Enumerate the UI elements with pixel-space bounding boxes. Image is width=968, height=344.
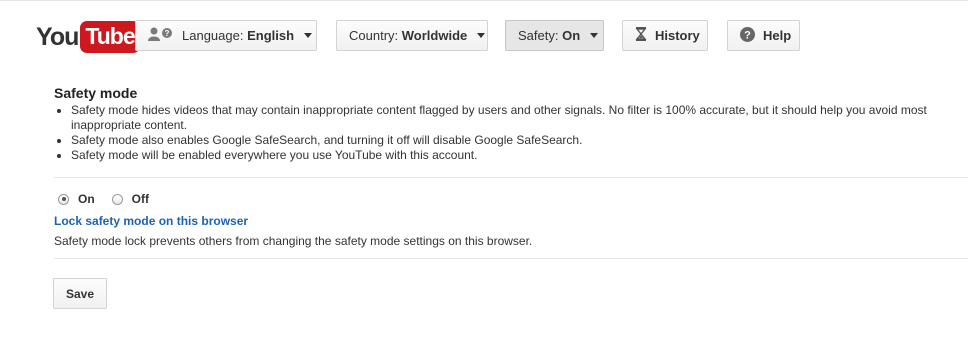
bullet-item: Safety mode hides videos that may contai… [71,103,951,133]
safety-mode-section: Safety mode Safety mode hides videos tha… [54,85,968,163]
dropdown-caret-icon [590,33,599,38]
lock-description: Safety mode lock prevents others from ch… [54,234,533,248]
safety-on-label[interactable]: On [78,192,95,206]
safety-off-label[interactable]: Off [132,192,149,206]
safety-mode-title: Safety mode [54,85,138,101]
language-prefix: Language: [182,28,244,43]
language-button[interactable]: ? Language: English [135,20,317,51]
dropdown-caret-icon [477,33,486,38]
help-label: Help [763,28,792,43]
language-value: English [247,28,295,43]
divider [54,177,968,178]
safety-radio-group: On Off [58,192,166,206]
help-icon: ? [740,26,755,45]
safety-value: On [562,28,581,43]
help-button[interactable]: ? Help [727,20,800,51]
history-button[interactable]: History [622,20,708,51]
save-button[interactable]: Save [53,278,108,309]
dropdown-caret-icon [304,33,313,38]
divider [54,258,968,259]
bullet-item: Safety mode will be enabled everywhere y… [71,148,951,163]
youtube-logo[interactable]: You Tube [36,21,140,53]
country-value: Worldwide [401,28,468,43]
svg-text:?: ? [165,29,170,38]
hourglass-icon [635,27,647,44]
bullet-item: Safety mode also enables Google SafeSear… [71,133,951,148]
safety-on-radio[interactable] [58,193,69,205]
country-prefix: Country: [349,28,399,43]
safety-prefix: Safety: [518,28,559,43]
top-divider [0,0,968,1]
safety-off-radio[interactable] [111,193,123,205]
svg-text:?: ? [744,29,751,41]
people-icon: ? [148,27,174,44]
safety-button[interactable]: Safety: On [505,20,604,51]
logo-you-text: You [36,23,79,51]
logo-tube-text: Tube [80,21,140,53]
lock-safety-mode-link[interactable]: Lock safety mode on this browser [54,214,248,228]
safety-mode-bullets: Safety mode hides videos that may contai… [54,103,951,163]
history-label: History [655,28,700,43]
country-button[interactable]: Country: Worldwide [336,20,488,51]
